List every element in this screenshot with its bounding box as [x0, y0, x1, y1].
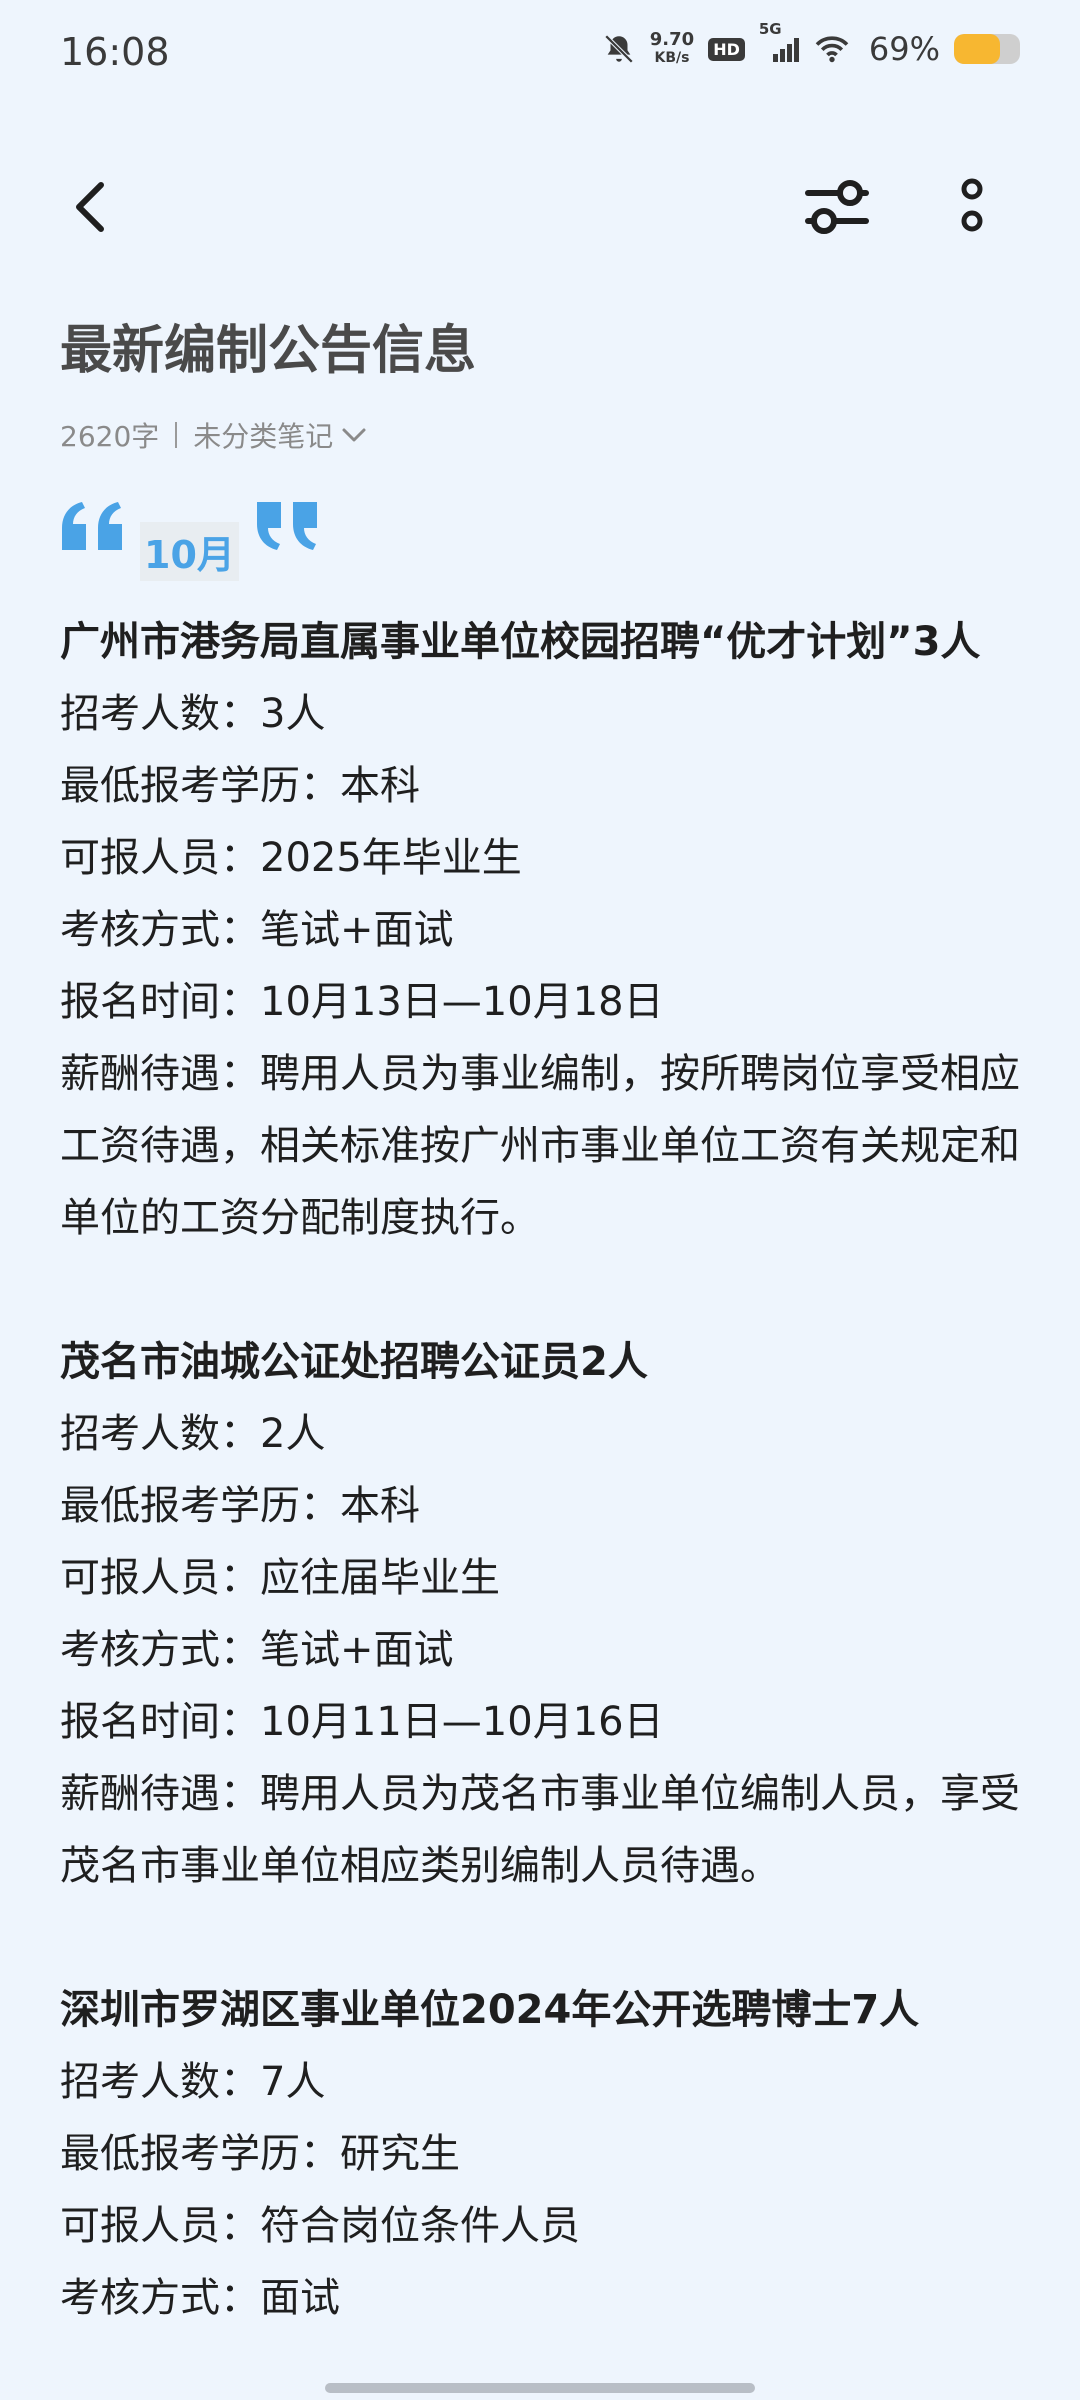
field-line: 可报人员：应往届毕业生	[60, 1555, 500, 1601]
field-line: 考核方式：笔试+面试	[60, 1627, 454, 1673]
chevron-left-icon	[76, 182, 104, 232]
note-toolbar	[0, 150, 1080, 260]
status-icons: 9.70 KB/s HD 5G 69%	[602, 20, 1020, 68]
field-line: 薪酬待遇：聘用人员为事业编制，按所聘岗位享受相应工资待遇，相关标准按广州市事业单…	[60, 1051, 1020, 1241]
net-speed-unit: KB/s	[654, 50, 690, 66]
field-line: 可报人员：符合岗位条件人员	[60, 2203, 580, 2249]
cell-signal: 5G	[759, 20, 799, 64]
chevron-down-icon	[342, 428, 366, 442]
net-speed: 9.70 KB/s	[650, 31, 694, 67]
quote-block[interactable]: 10月	[60, 500, 319, 590]
section-title: 茂名市油城公证处招聘公证员2人	[60, 1339, 648, 1385]
status-time: 16:08	[60, 30, 170, 74]
category-selector[interactable]: 未分类笔记	[193, 415, 367, 455]
field-line: 招考人数：2人	[60, 1411, 326, 1457]
field-line: 招考人数：7人	[60, 2059, 326, 2105]
char-count: 2620字	[60, 420, 160, 453]
field-line: 考核方式：笔试+面试	[60, 907, 454, 953]
home-indicator[interactable]	[325, 2383, 755, 2393]
net-speed-value: 9.70	[649, 29, 695, 50]
field-line: 最低报考学历：本科	[60, 1483, 420, 1529]
field-line: 招考人数：3人	[60, 691, 326, 737]
field-line: 最低报考学历：本科	[60, 763, 420, 809]
close-quote-icon	[256, 502, 317, 550]
signal-icon	[772, 38, 799, 62]
field-line: 薪酬待遇：聘用人员为茂名市事业单位编制人员，享受茂名市事业单位相应类别编制人员待…	[60, 1771, 1020, 1889]
field-line: 报名时间：10月11日—10月16日	[60, 1699, 664, 1745]
sliders-icon	[805, 180, 869, 234]
more-button[interactable]	[942, 170, 1002, 244]
field-line: 考核方式：面试	[60, 2275, 340, 2321]
section-title: 广州市港务局直属事业单位校园招聘“优才计划”3人	[60, 619, 981, 665]
battery-percent: 69%	[868, 30, 940, 68]
open-quote-icon	[62, 502, 122, 550]
bell-off-icon	[604, 34, 634, 64]
field-line: 可报人员：2025年毕业生	[60, 835, 522, 881]
announcement-section: 广州市港务局直属事业单位校园招聘“优才计划”3人 招考人数：3人 最低报考学历：…	[60, 606, 1020, 1254]
network-label: 5G	[758, 20, 782, 38]
hd-badge: HD	[708, 37, 745, 61]
back-button[interactable]	[56, 172, 126, 242]
category-label: 未分类笔记	[193, 420, 334, 453]
more-vertical-icon	[961, 178, 983, 232]
announcement-section: 深圳市罗湖区事业单位2024年公开选聘博士7人 招考人数：7人 最低报考学历：研…	[60, 1974, 1020, 2334]
battery-icon	[954, 34, 1020, 64]
wifi-icon	[815, 36, 849, 63]
meta-divider	[175, 422, 178, 448]
note-body[interactable]: 广州市港务局直属事业单位校园招聘“优才计划”3人 招考人数：3人 最低报考学历：…	[60, 606, 1020, 2334]
section-title: 深圳市罗湖区事业单位2024年公开选聘博士7人	[60, 1987, 920, 2033]
quote-text: 10月	[140, 522, 239, 581]
battery-fill	[954, 34, 1000, 64]
filter-button[interactable]	[800, 170, 874, 244]
note-meta: 2620字 未分类笔记	[60, 415, 367, 455]
announcement-section: 茂名市油城公证处招聘公证员2人 招考人数：2人 最低报考学历：本科 可报人员：应…	[60, 1326, 1020, 1902]
field-line: 最低报考学历：研究生	[60, 2131, 460, 2177]
note-screen: 16:08 9.70 KB/s HD 5G 69% 最新编制公告信息 2620字…	[0, 0, 1080, 2400]
field-line: 报名时间：10月13日—10月18日	[60, 979, 664, 1025]
note-title[interactable]: 最新编制公告信息	[60, 308, 476, 383]
status-bar: 16:08 9.70 KB/s HD 5G 69%	[0, 0, 1080, 110]
